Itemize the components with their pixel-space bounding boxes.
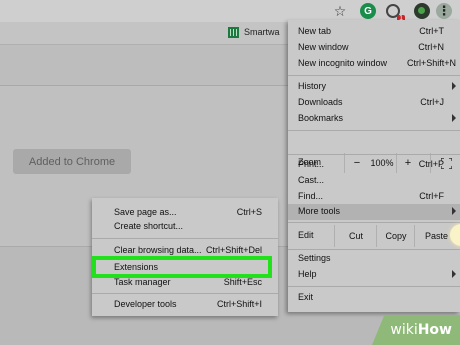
submenu-item-shortcut: Ctrl+S [236, 207, 262, 217]
bookmark-item-label[interactable]: Smartwa [244, 27, 280, 37]
edit-label: Edit [298, 230, 314, 240]
wikihow-watermark: wiki How [372, 315, 460, 345]
menu-item-label: New window [298, 42, 349, 52]
added-to-chrome-button[interactable]: Added to Chrome [13, 149, 131, 174]
menu-item-shortcut: Ctrl+F [419, 191, 444, 201]
extension-gear-icon[interactable]: 1 [384, 2, 405, 22]
submenu-item-label: Save page as... [114, 207, 177, 217]
chrome-menu-button[interactable]: ⋮ [436, 3, 452, 19]
menu-separator [288, 75, 460, 76]
submenu-item-shortcut: Ctrl+Shift+I [216, 299, 262, 309]
menu-item-label: Bookmarks [298, 113, 344, 123]
menu-item-label: New tab [298, 26, 332, 36]
menu-item-settings[interactable]: Settings [288, 251, 460, 267]
menu-item-history[interactable]: History [288, 79, 460, 95]
menu-item-label: More tools [298, 206, 341, 216]
submenu-item-label: Create shortcut... [114, 221, 184, 231]
menu-item-new-tab[interactable]: New tab Ctrl+T [288, 24, 460, 40]
chevron-right-icon [452, 114, 456, 122]
submenu-item-shortcut: Shift+Esc [223, 277, 262, 287]
chevron-right-icon [452, 207, 456, 215]
menu-item-shortcut: Ctrl+J [420, 97, 444, 107]
menu-separator [288, 130, 460, 131]
menu-separator [92, 238, 278, 239]
menu-item-help[interactable]: Help [288, 267, 460, 283]
submenu-item-label: Clear browsing data... [114, 245, 202, 255]
menu-item-print[interactable]: Print... Ctrl+P [288, 157, 460, 173]
watermark-how: How [417, 322, 452, 338]
watermark-wiki: wiki [390, 322, 418, 338]
grammarly-extension-icon[interactable]: G [360, 3, 376, 19]
submenu-item-developer-tools[interactable]: Developer tools Ctrl+Shift+I [92, 297, 278, 313]
submenu-item-label: Task manager [114, 277, 171, 287]
menu-item-label: History [298, 81, 327, 91]
chevron-right-icon [452, 270, 456, 278]
extensions-highlight-box [92, 256, 272, 278]
menu-item-label: Find... [298, 191, 324, 201]
menu-item-shortcut: Ctrl+P [418, 159, 444, 169]
menu-item-cast[interactable]: Cast... [288, 173, 460, 189]
menu-separator [288, 222, 460, 223]
menu-item-label: New incognito window [298, 58, 388, 68]
menu-item-shortcut: Ctrl+Shift+N [406, 58, 456, 68]
menu-item-shortcut: Ctrl+N [418, 42, 444, 52]
submenu-item-label: Developer tools [114, 299, 177, 309]
cut-button[interactable]: Cut [334, 225, 377, 247]
menu-item-label: Help [298, 269, 317, 279]
menu-item-label: Downloads [298, 97, 343, 107]
menu-separator [288, 249, 460, 250]
menu-item-find[interactable]: Find... Ctrl+F [288, 189, 460, 205]
menu-item-label: Exit [298, 292, 314, 302]
menu-item-exit[interactable]: Exit [288, 290, 460, 306]
chrome-main-menu: New tab Ctrl+T New window Ctrl+N New inc… [288, 20, 460, 312]
menu-item-label: Print... [298, 159, 325, 169]
menu-item-new-window[interactable]: New window Ctrl+N [288, 40, 460, 56]
menu-item-more-tools[interactable]: More tools [288, 204, 460, 220]
menu-separator [92, 293, 278, 294]
submenu-item-shortcut: Ctrl+Shift+Del [205, 245, 262, 255]
menu-separator [288, 286, 460, 287]
menu-item-label: Settings [298, 253, 331, 263]
star-icon[interactable]: ☆ [332, 3, 348, 19]
menu-item-bookmarks[interactable]: Bookmarks [288, 111, 460, 127]
menu-item-new-incognito-window[interactable]: New incognito window Ctrl+Shift+N [288, 56, 460, 72]
submenu-item-create-shortcut[interactable]: Create shortcut... [92, 219, 278, 235]
menu-item-downloads[interactable]: Downloads Ctrl+J [288, 95, 460, 111]
copy-button[interactable]: Copy [376, 225, 415, 247]
sheets-icon [228, 27, 239, 38]
profile-avatar[interactable] [414, 3, 430, 19]
menu-separator [288, 154, 460, 155]
menu-item-label: Cast... [298, 175, 325, 185]
chevron-right-icon [452, 82, 456, 90]
menu-item-shortcut: Ctrl+T [419, 26, 444, 36]
edit-row: Edit Cut Copy Paste [288, 225, 460, 247]
